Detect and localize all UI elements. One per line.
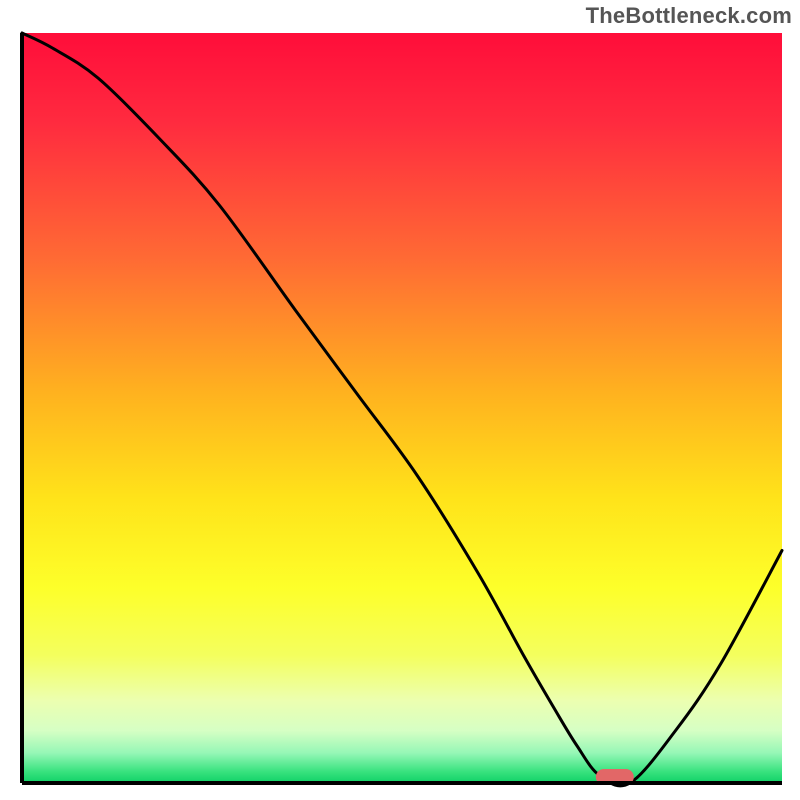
watermark-text: TheBottleneck.com xyxy=(586,3,792,29)
gradient-background xyxy=(22,33,782,783)
bottleneck-chart xyxy=(0,0,800,800)
